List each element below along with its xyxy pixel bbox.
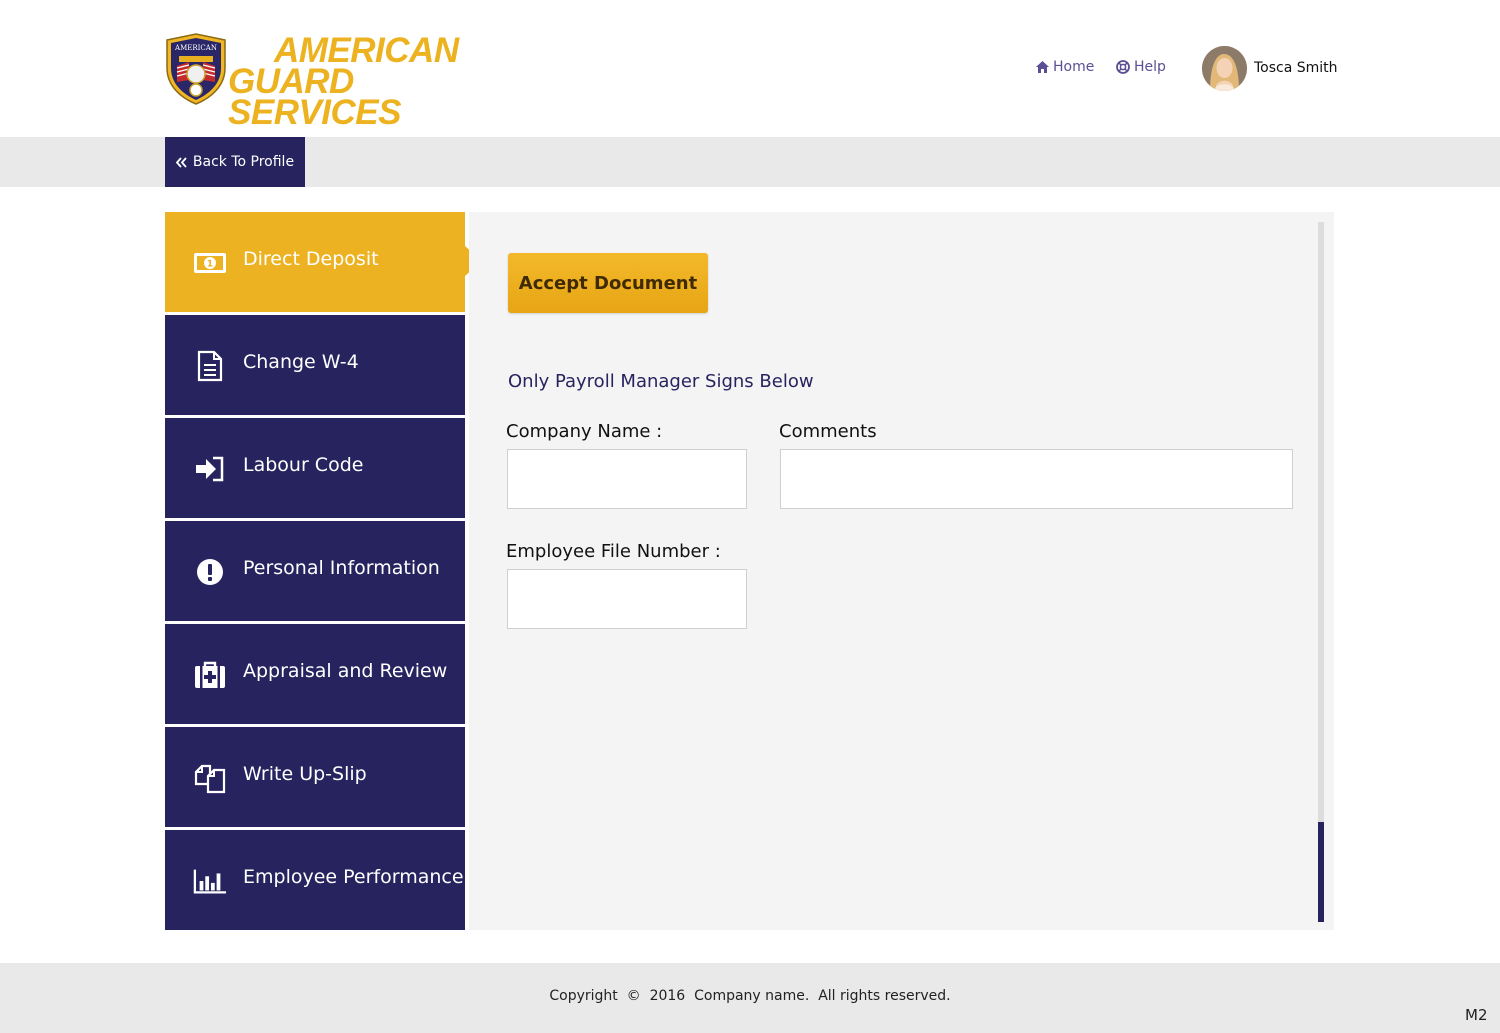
company-name-label: Company Name : bbox=[506, 421, 663, 442]
back-to-profile-label: Back To Profile bbox=[192, 154, 295, 170]
money-bill-icon: 1 bbox=[193, 246, 227, 280]
company-name-input[interactable] bbox=[507, 449, 747, 509]
sidebar-item-personal-information[interactable]: Personal Information bbox=[165, 521, 465, 621]
sidebar-item-label: Labour Code bbox=[243, 454, 364, 476]
shield-badge-icon: AMERICAN bbox=[166, 33, 226, 105]
brand-name-line2: GUARD SERVICES bbox=[228, 62, 402, 132]
page-tag: M2 bbox=[1465, 1006, 1488, 1024]
scrollbar-thumb[interactable] bbox=[1318, 822, 1324, 922]
sidebar-item-label: Direct Deposit bbox=[243, 248, 379, 270]
sidebar-item-direct-deposit[interactable]: 1 Direct Deposit bbox=[165, 212, 465, 312]
employee-file-number-input[interactable] bbox=[507, 569, 747, 629]
user-photo bbox=[1202, 46, 1247, 91]
user-name[interactable]: Tosca Smith bbox=[1254, 60, 1338, 76]
sidebar-item-label: Employee Performance bbox=[243, 866, 464, 888]
sidebar-item-label: Write Up-Slip bbox=[243, 763, 367, 785]
header: AMERICAN AMERICAN GUARD SERVICES Home He… bbox=[0, 0, 1500, 137]
brand-logo[interactable]: AMERICAN AMERICAN GUARD SERVICES bbox=[165, 32, 525, 130]
home-icon bbox=[1036, 61, 1049, 73]
back-to-profile-button[interactable]: Back To Profile bbox=[165, 137, 305, 187]
sidebar-item-label: Appraisal and Review bbox=[243, 660, 448, 682]
avatar[interactable] bbox=[1202, 46, 1247, 91]
sidebar-item-employee-performance[interactable]: Employee Performance bbox=[165, 830, 465, 930]
nav-help-link[interactable]: Help bbox=[1116, 59, 1166, 75]
brand-name: AMERICAN GUARD SERVICES bbox=[228, 33, 528, 132]
medical-kit-icon bbox=[193, 658, 227, 692]
comments-input[interactable] bbox=[780, 449, 1293, 509]
section-subheading: Only Payroll Manager Signs Below bbox=[508, 371, 814, 392]
sidebar-item-write-up-slip[interactable]: Write Up-Slip bbox=[165, 727, 465, 827]
employee-file-number-label: Employee File Number : bbox=[506, 541, 721, 562]
sidebar-item-label: Personal Information bbox=[243, 557, 440, 579]
copyright-text: Copyright © 2016 Company name. All right… bbox=[549, 988, 951, 1004]
sidebar-item-labour-code[interactable]: Labour Code bbox=[165, 418, 465, 518]
badge-text: AMERICAN bbox=[174, 44, 217, 52]
sign-in-icon bbox=[193, 452, 227, 486]
document-icon bbox=[193, 349, 227, 383]
svg-text:1: 1 bbox=[207, 260, 213, 270]
accept-document-button[interactable]: Accept Document bbox=[508, 253, 708, 313]
double-chevron-left-icon bbox=[175, 156, 187, 168]
scrollbar-track[interactable] bbox=[1318, 222, 1324, 922]
copy-files-icon bbox=[193, 761, 227, 795]
nav-help-label: Help bbox=[1134, 59, 1166, 75]
nav-home-label: Home bbox=[1053, 59, 1095, 75]
lifebuoy-icon bbox=[1116, 60, 1130, 74]
nav-home-link[interactable]: Home bbox=[1036, 59, 1094, 75]
sidebar-item-label: Change W-4 bbox=[243, 351, 359, 373]
sidebar-item-appraisal-and-review[interactable]: Appraisal and Review bbox=[165, 624, 465, 724]
bar-chart-icon bbox=[193, 864, 227, 898]
exclamation-circle-icon bbox=[193, 555, 227, 589]
sidebar-item-change-w4[interactable]: Change W-4 bbox=[165, 315, 465, 415]
comments-label: Comments bbox=[779, 421, 877, 442]
